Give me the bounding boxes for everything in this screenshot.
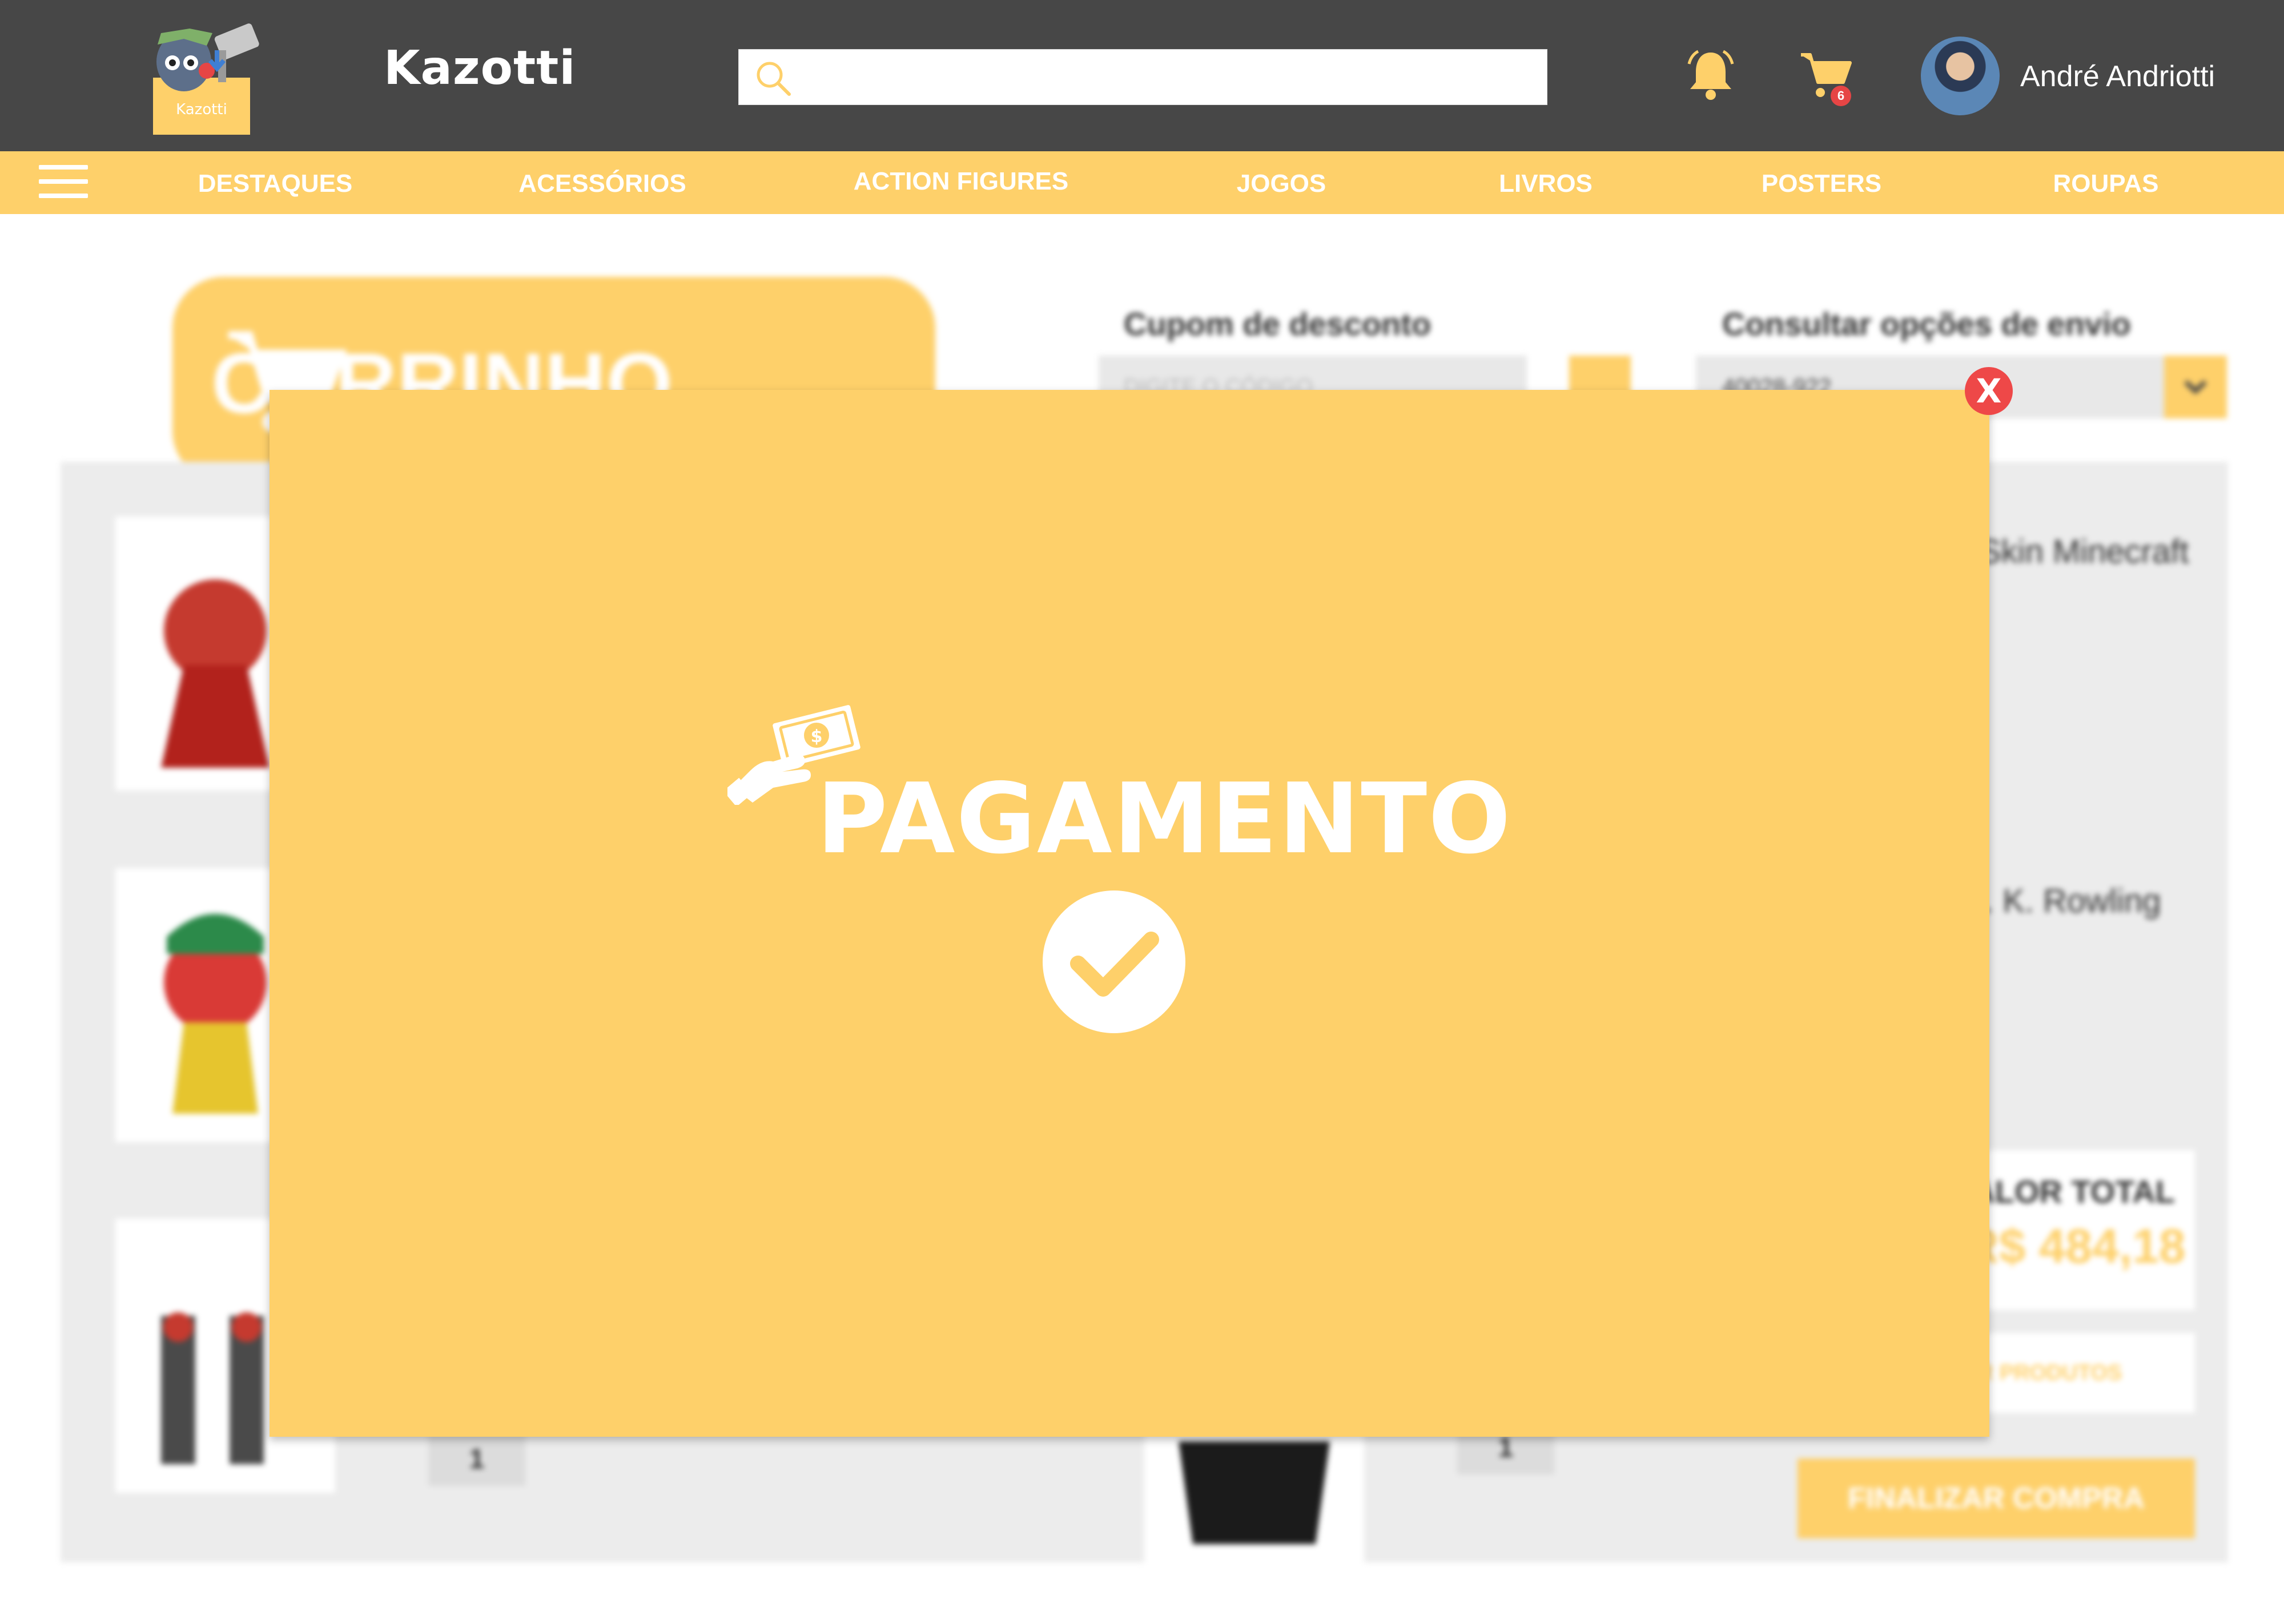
product-image	[1144, 1419, 1364, 1567]
coupon-label: Cupom de desconto	[1124, 306, 1431, 342]
nav-item-posters[interactable]: POSTERS	[1762, 170, 1881, 198]
brand-name[interactable]: Kazotti	[384, 41, 576, 95]
logo-mascot-icon[interactable]: Kazotti	[150, 16, 276, 136]
avatar[interactable]	[1921, 37, 2000, 115]
top-header: Kazotti Kazotti 6 André Andriotti	[0, 0, 2284, 151]
quantity-stepper[interactable]: 1	[428, 1433, 525, 1486]
check-circle-icon	[1043, 890, 1185, 1033]
close-button[interactable]: X	[1965, 367, 2013, 415]
nav-item-jogos[interactable]: JOGOS	[1237, 170, 1326, 198]
hamburger-icon[interactable]	[39, 165, 88, 199]
cart-count-badge: 6	[1831, 86, 1851, 106]
nav-item-livros[interactable]: LIVROS	[1499, 170, 1593, 198]
search-input[interactable]	[802, 50, 1541, 106]
shipping-label: Consultar opções de envio	[1722, 306, 2131, 342]
chevron-down-icon	[2184, 380, 2207, 394]
search-icon[interactable]	[755, 60, 791, 96]
payment-title: PAGAMENTO	[817, 763, 1512, 876]
shipping-dropdown-button[interactable]	[2164, 356, 2227, 418]
nav-item-destaques[interactable]: DESTAQUES	[198, 170, 353, 198]
product-title[interactable]: J. K. Rowling	[1968, 882, 2161, 920]
category-navbar: DESTAQUES ACESSÓRIOS ACTION FIGURES JOGO…	[0, 151, 2284, 214]
bell-icon[interactable]	[1683, 47, 1738, 102]
user-name[interactable]: André Andriotti	[2020, 59, 2215, 94]
nav-item-acessorios[interactable]: ACESSÓRIOS	[518, 170, 686, 198]
total-value: R$ 484,18	[1964, 1219, 2186, 1273]
nav-item-roupas[interactable]: ROUPAS	[2053, 170, 2159, 198]
search-bar[interactable]	[738, 49, 1547, 106]
product-title[interactable]: Skin Minecraft	[1979, 533, 2189, 571]
svg-text:$: $	[811, 727, 823, 747]
finish-purchase-button[interactable]: FINALIZAR COMPRA	[1798, 1458, 2195, 1538]
nav-item-action-figures[interactable]: ACTION FIGURES	[854, 167, 1068, 196]
logo-badge-text: Kazotti	[176, 101, 227, 118]
